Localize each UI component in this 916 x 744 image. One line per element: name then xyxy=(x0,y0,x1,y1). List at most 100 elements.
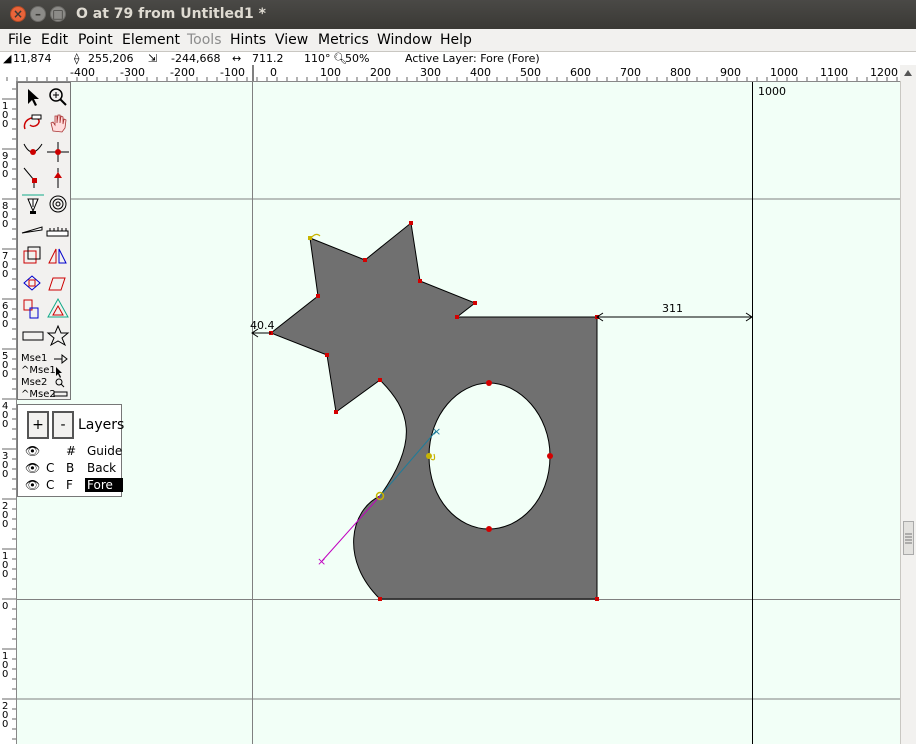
info-bar: ◢ 11,874 ⟠ 255,206 ⇲ -244,668 ↔ 711.2 11… xyxy=(0,52,916,65)
distance-icon: ↔ xyxy=(232,52,242,65)
start-direction-arrow xyxy=(310,233,321,239)
eye-icon[interactable]: 👁︎ xyxy=(25,461,40,475)
remove-layer-button[interactable]: - xyxy=(52,411,74,439)
ruler-label: 0 xyxy=(2,319,8,330)
eye-icon[interactable]: 👁︎ xyxy=(25,478,40,492)
ruler-label: 0 xyxy=(2,119,8,130)
ruler-label: 200 xyxy=(370,66,391,79)
menu-window[interactable]: Window xyxy=(377,32,432,48)
3d-rotate-tool-icon[interactable] xyxy=(20,296,45,321)
vertical-scrollbar-thumb[interactable] xyxy=(903,521,914,555)
ruler-label: 0 xyxy=(2,601,8,612)
delta-readout: -244,668 xyxy=(171,52,221,65)
ruler-label: 1100 xyxy=(820,66,848,79)
ruler-label: 0 xyxy=(2,719,8,730)
ruler-label: 0 xyxy=(2,269,8,280)
control-point-marker[interactable]: × xyxy=(317,555,326,568)
layer-flag: B xyxy=(66,461,75,475)
layer-row-fore[interactable]: 👁︎ C F Fore xyxy=(18,478,123,494)
menu-bar: File Edit Point Element Tools Hints View… xyxy=(0,29,916,52)
add-layer-button[interactable]: + xyxy=(27,411,49,439)
minimize-window-button[interactable]: – xyxy=(30,6,46,22)
menu-view[interactable]: View xyxy=(275,32,308,48)
layer-name[interactable]: Guide xyxy=(87,444,122,458)
ruler-label: -400 xyxy=(70,66,95,79)
ruler-label: 0 xyxy=(2,519,8,530)
layer-flag: # xyxy=(66,444,77,458)
rectangle-tool-icon[interactable] xyxy=(20,323,45,348)
menu-tools[interactable]: Tools xyxy=(187,32,222,48)
layer-row-guide[interactable]: 👁︎ # Guide xyxy=(18,444,123,460)
ruler-label: 0 xyxy=(2,219,8,230)
ruler-label: 0 xyxy=(270,66,277,79)
title-bar: × – □ O at 79 from Untitled1 * xyxy=(0,0,916,29)
layer-row-back[interactable]: 👁︎ C B Back xyxy=(18,461,123,477)
ctrl-mouse-button-1-label: ^Mse1 xyxy=(21,365,56,376)
ruler-label: 0 xyxy=(2,469,8,480)
scale-tool-icon[interactable] xyxy=(20,243,45,268)
layer-type: C xyxy=(46,478,55,492)
menu-element[interactable]: Element xyxy=(122,32,180,48)
vertical-ruler[interactable]: 1009008007006005004003002001000100200 xyxy=(0,81,17,744)
scroll-hand-tool-icon[interactable] xyxy=(45,111,70,136)
horizontal-ruler[interactable]: -400 -300 -200 -100 0 100 200 300 400 500 600 700 80… xyxy=(0,65,900,82)
advance-width-label: 1000 xyxy=(758,85,786,98)
pointer-tool-icon[interactable] xyxy=(20,85,45,110)
star-tool-icon[interactable] xyxy=(45,323,70,348)
vertical-ruler-ticks: 1009008007006005004003002001000100200 xyxy=(2,88,16,740)
corner-point-tool-icon[interactable] xyxy=(20,164,45,189)
flip-tool-icon[interactable] xyxy=(45,243,70,268)
mouse-button-1-label: Mse1 xyxy=(21,353,48,364)
menu-metrics[interactable]: Metrics xyxy=(318,32,369,48)
right-bearing-label: 311 xyxy=(662,302,683,315)
ruler-label: 0 xyxy=(2,369,8,380)
skew-tool-icon[interactable] xyxy=(45,270,70,295)
menu-help[interactable]: Help xyxy=(440,32,472,48)
layer-name[interactable]: Back xyxy=(87,461,116,475)
knife-tool-icon[interactable] xyxy=(20,217,45,242)
ruler-label: -200 xyxy=(170,66,195,79)
maximize-window-button[interactable]: □ xyxy=(50,6,66,22)
perspective-tool-icon[interactable] xyxy=(45,296,70,321)
magnify-tool-icon[interactable] xyxy=(45,85,70,110)
active-layer-label: Active Layer: Fore (Fore) xyxy=(405,52,540,65)
ruler-label: 1200 xyxy=(870,66,898,79)
menu-edit[interactable]: Edit xyxy=(41,32,68,48)
ruler-label: 700 xyxy=(620,66,641,79)
menu-file[interactable]: File xyxy=(8,32,31,48)
ruler-label: 600 xyxy=(570,66,591,79)
curve-point-tool-icon[interactable] xyxy=(20,138,45,163)
tangent-point-tool-icon[interactable] xyxy=(45,164,70,189)
mouse-button-2-label: Mse2 xyxy=(21,377,48,388)
spiro-tool-icon[interactable] xyxy=(45,191,70,216)
layer-flag: F xyxy=(66,478,73,492)
close-window-button[interactable]: × xyxy=(10,6,26,22)
left-bearing-label: 40.4 xyxy=(250,319,275,332)
cursor-position-icon: ◢ xyxy=(3,52,12,65)
point-position: 255,206 xyxy=(88,52,134,65)
hv-curve-point-tool-icon[interactable] xyxy=(45,138,70,163)
rotate-tool-icon[interactable] xyxy=(20,270,45,295)
vertical-scrollbar[interactable] xyxy=(900,81,916,744)
zoom-readout: 50% xyxy=(345,52,370,65)
layers-palette: + - Layers 👁︎ # Guide 👁︎ C B Back 👁︎ C F… xyxy=(17,404,124,497)
ruler-label: 0 xyxy=(2,569,8,580)
eye-icon[interactable]: 👁︎ xyxy=(25,444,40,458)
ruler-label: 100 xyxy=(320,66,341,79)
ruler-label: 0 xyxy=(2,669,8,680)
glyph-canvas[interactable]: 1000 × × 311 40.4 xyxy=(17,82,900,744)
freehand-tool-icon[interactable] xyxy=(20,111,45,136)
tool-palette: Mse1 ^Mse1 Mse2 ^Mse2 xyxy=(17,82,71,400)
glyph-outline[interactable] xyxy=(270,222,598,600)
ruler-label: 0 xyxy=(2,419,8,430)
scroll-up-arrow[interactable] xyxy=(900,65,916,81)
counter-start-point[interactable] xyxy=(426,453,432,459)
menu-point[interactable]: Point xyxy=(78,32,113,48)
menu-hints[interactable]: Hints xyxy=(230,32,266,48)
layer-name-selected[interactable]: Fore xyxy=(85,478,123,492)
control-point-marker[interactable]: × xyxy=(432,425,441,438)
ruler-tool-icon[interactable] xyxy=(45,217,70,242)
pen-tool-icon[interactable] xyxy=(20,191,45,216)
distance-readout: 711.2 xyxy=(252,52,284,65)
current-tool-indicators xyxy=(53,353,68,397)
